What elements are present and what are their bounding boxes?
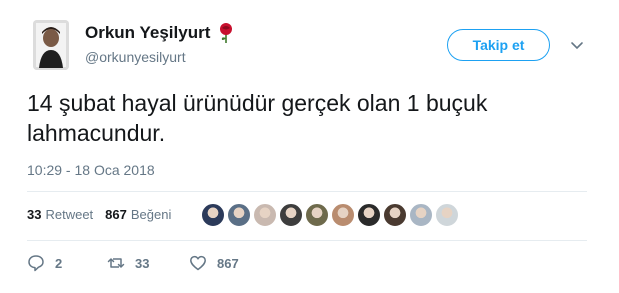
retweet-stat-count[interactable]: 33	[27, 207, 41, 222]
tweet-text: 14 şubat hayal ürünüdür gerçek olan 1 bu…	[27, 90, 488, 146]
follow-button[interactable]: Takip et	[447, 29, 550, 61]
tweet-actions: 2 33 867	[27, 254, 239, 272]
divider	[27, 191, 587, 192]
retweet-stat-label[interactable]: Retweet	[45, 207, 93, 222]
divider	[27, 240, 587, 241]
reply-button[interactable]: 2	[27, 254, 107, 272]
liker-avatar[interactable]	[305, 203, 329, 227]
liker-avatar[interactable]	[331, 203, 355, 227]
retweet-button[interactable]: 33	[107, 254, 189, 272]
liker-avatar[interactable]	[227, 203, 251, 227]
reply-count: 2	[55, 255, 63, 271]
tweet-card: Orkun Yeşilyurt @orkunyesilyurt Takip et…	[0, 0, 619, 293]
retweet-action-count: 33	[135, 255, 150, 271]
liker-avatar[interactable]	[435, 203, 459, 227]
author-display-name[interactable]: Orkun Yeşilyurt	[85, 23, 210, 43]
author-handle[interactable]: @orkunyesilyurt	[85, 49, 186, 65]
liker-avatar[interactable]	[357, 203, 381, 227]
liker-avatars	[201, 203, 461, 227]
rose-icon	[216, 22, 236, 44]
tweet-timestamp[interactable]: 10:29 - 18 Oca 2018	[27, 162, 155, 178]
like-action-count: 867	[217, 255, 239, 271]
liker-avatar[interactable]	[409, 203, 433, 227]
chevron-down-icon[interactable]	[569, 37, 585, 53]
like-stat-count[interactable]: 867	[105, 207, 127, 222]
like-button[interactable]: 867	[189, 254, 239, 272]
avatar[interactable]	[33, 20, 69, 70]
retweet-icon	[107, 258, 125, 268]
avatar-photo	[33, 20, 69, 70]
liker-avatar[interactable]	[253, 203, 277, 227]
like-stat-label[interactable]: Beğeni	[131, 207, 171, 222]
reply-icon	[28, 255, 44, 272]
heart-icon	[190, 255, 206, 271]
liker-avatar[interactable]	[383, 203, 407, 227]
tweet-stats: 33 Retweet 867 Beğeni	[27, 207, 183, 222]
liker-avatar[interactable]	[201, 203, 225, 227]
author-name-row: Orkun Yeşilyurt	[85, 22, 236, 44]
liker-avatar[interactable]	[279, 203, 303, 227]
